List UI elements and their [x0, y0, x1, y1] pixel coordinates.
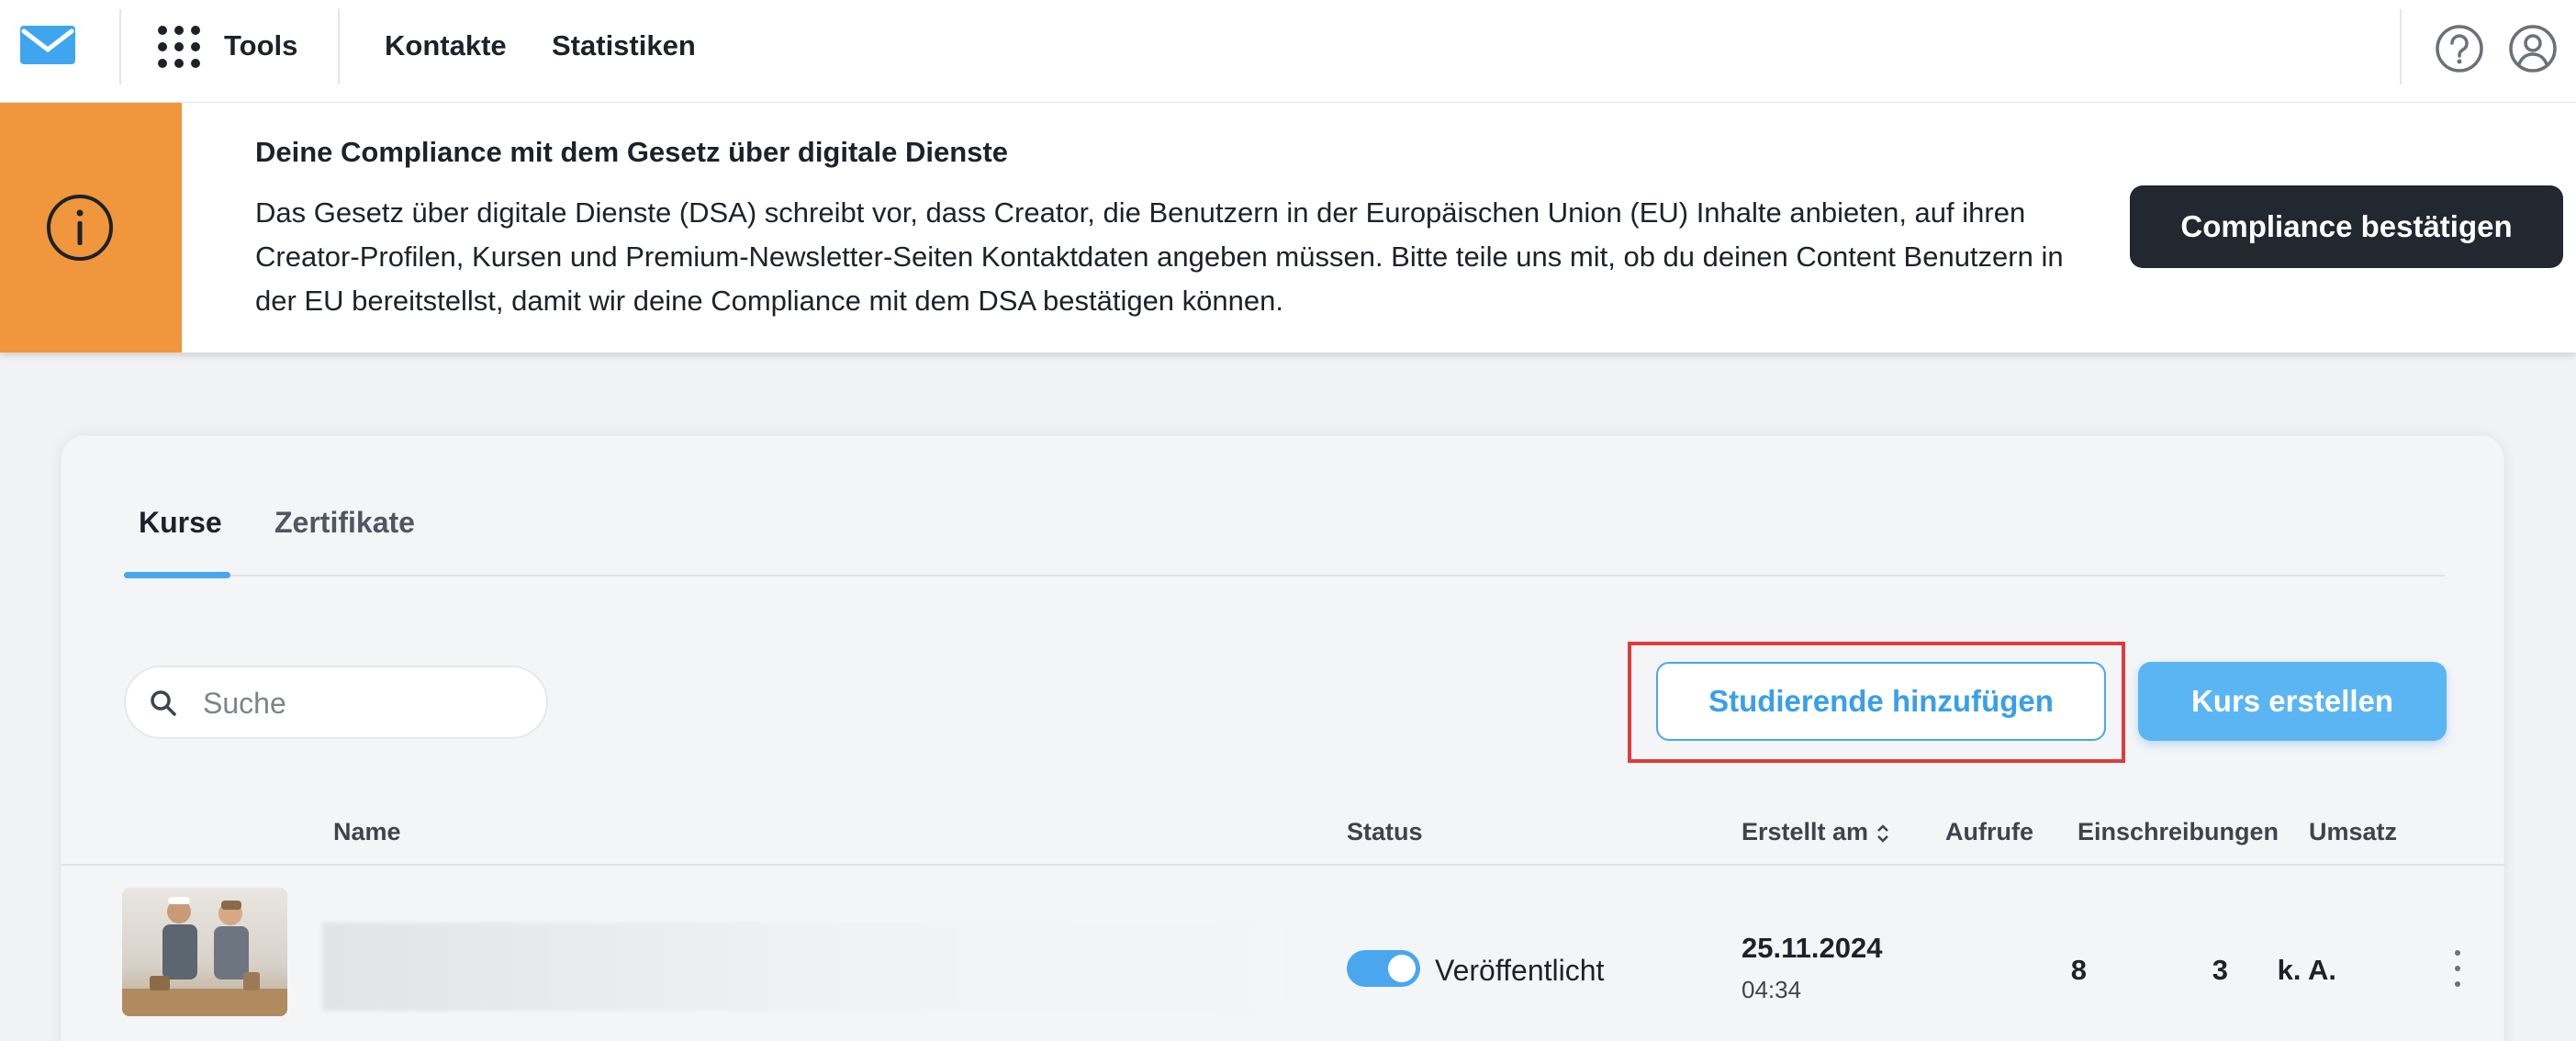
table-row[interactable]: Veröffentlicht 25.11.2024 04:34 8 3 k. A…: [62, 866, 2505, 1041]
help-icon[interactable]: [2435, 24, 2484, 73]
add-students-button[interactable]: Studierende hinzufügen: [1656, 662, 2106, 741]
search-icon: [151, 690, 176, 716]
banner-accent: [0, 103, 182, 353]
tab-zertifikate[interactable]: Zertifikate: [274, 504, 415, 541]
nav-kontakte[interactable]: Kontakte: [385, 28, 507, 64]
banner-text-line: der EU bereitstellst, damit wir deine Co…: [255, 285, 1283, 317]
column-header-name[interactable]: Name: [333, 816, 401, 847]
row-more-options-icon[interactable]: [2452, 950, 2463, 987]
sort-icon[interactable]: [1876, 823, 1890, 844]
enrollments-count: 3: [2212, 954, 2228, 986]
search-field[interactable]: [124, 666, 548, 739]
column-header-revenue[interactable]: Umsatz: [2309, 816, 2397, 847]
tab-kurse[interactable]: Kurse: [139, 504, 222, 541]
grid-apps-icon[interactable]: [158, 26, 200, 68]
column-header-enrollments[interactable]: Einschreibungen: [2078, 816, 2279, 847]
envelope-logo-icon[interactable]: [18, 24, 77, 66]
column-header-created-label: Erstellt am: [1742, 818, 1869, 845]
course-name[interactable]: [322, 923, 1286, 1011]
search-input[interactable]: [203, 680, 524, 726]
create-course-button[interactable]: Kurs erstellen: [2138, 662, 2447, 741]
confirm-compliance-button[interactable]: Compliance bestätigen: [2130, 185, 2563, 268]
toggle-knob: [1388, 955, 1416, 982]
nav-statistiken[interactable]: Statistiken: [552, 28, 696, 64]
status-label: Veröffentlicht: [1435, 954, 1605, 987]
revenue-value: k. A.: [2277, 954, 2336, 986]
active-tab-indicator: [124, 572, 230, 578]
column-header-created[interactable]: Erstellt am: [1742, 816, 1890, 847]
banner-text-line: Das Gesetz über digitale Dienste (DSA) s…: [255, 196, 2026, 229]
nav-tools[interactable]: Tools: [224, 28, 297, 64]
info-icon: [47, 195, 113, 261]
banner-text-line: Creator-Profilen, Kursen und Premium-New…: [255, 241, 2064, 273]
top-navigation-bar: Tools Kontakte Statistiken: [0, 0, 2576, 103]
tabs-divider: [124, 575, 2445, 576]
course-thumbnail-image: [122, 897, 287, 1016]
user-profile-icon[interactable]: [2508, 24, 2558, 73]
created-time: 04:34: [1742, 976, 1802, 1003]
banner-text: Das Gesetz über digitale Dienste (DSA) s…: [255, 191, 2119, 323]
views-count: 8: [2070, 954, 2087, 986]
column-header-status[interactable]: Status: [1347, 816, 1423, 847]
nav-divider: [2400, 9, 2402, 84]
nav-divider: [119, 9, 121, 84]
column-header-views[interactable]: Aufrufe: [1945, 816, 2033, 847]
nav-divider: [338, 9, 340, 84]
course-thumbnail[interactable]: [122, 888, 287, 1016]
created-date: 25.11.2024: [1742, 932, 1883, 964]
banner-title: Deine Compliance mit dem Gesetz über dig…: [255, 136, 1008, 168]
compliance-banner: Deine Compliance mit dem Gesetz über dig…: [0, 103, 2576, 353]
publish-toggle[interactable]: [1347, 950, 1420, 987]
courses-card: Kurse Zertifikate Studierende hinzufügen…: [61, 435, 2505, 1041]
